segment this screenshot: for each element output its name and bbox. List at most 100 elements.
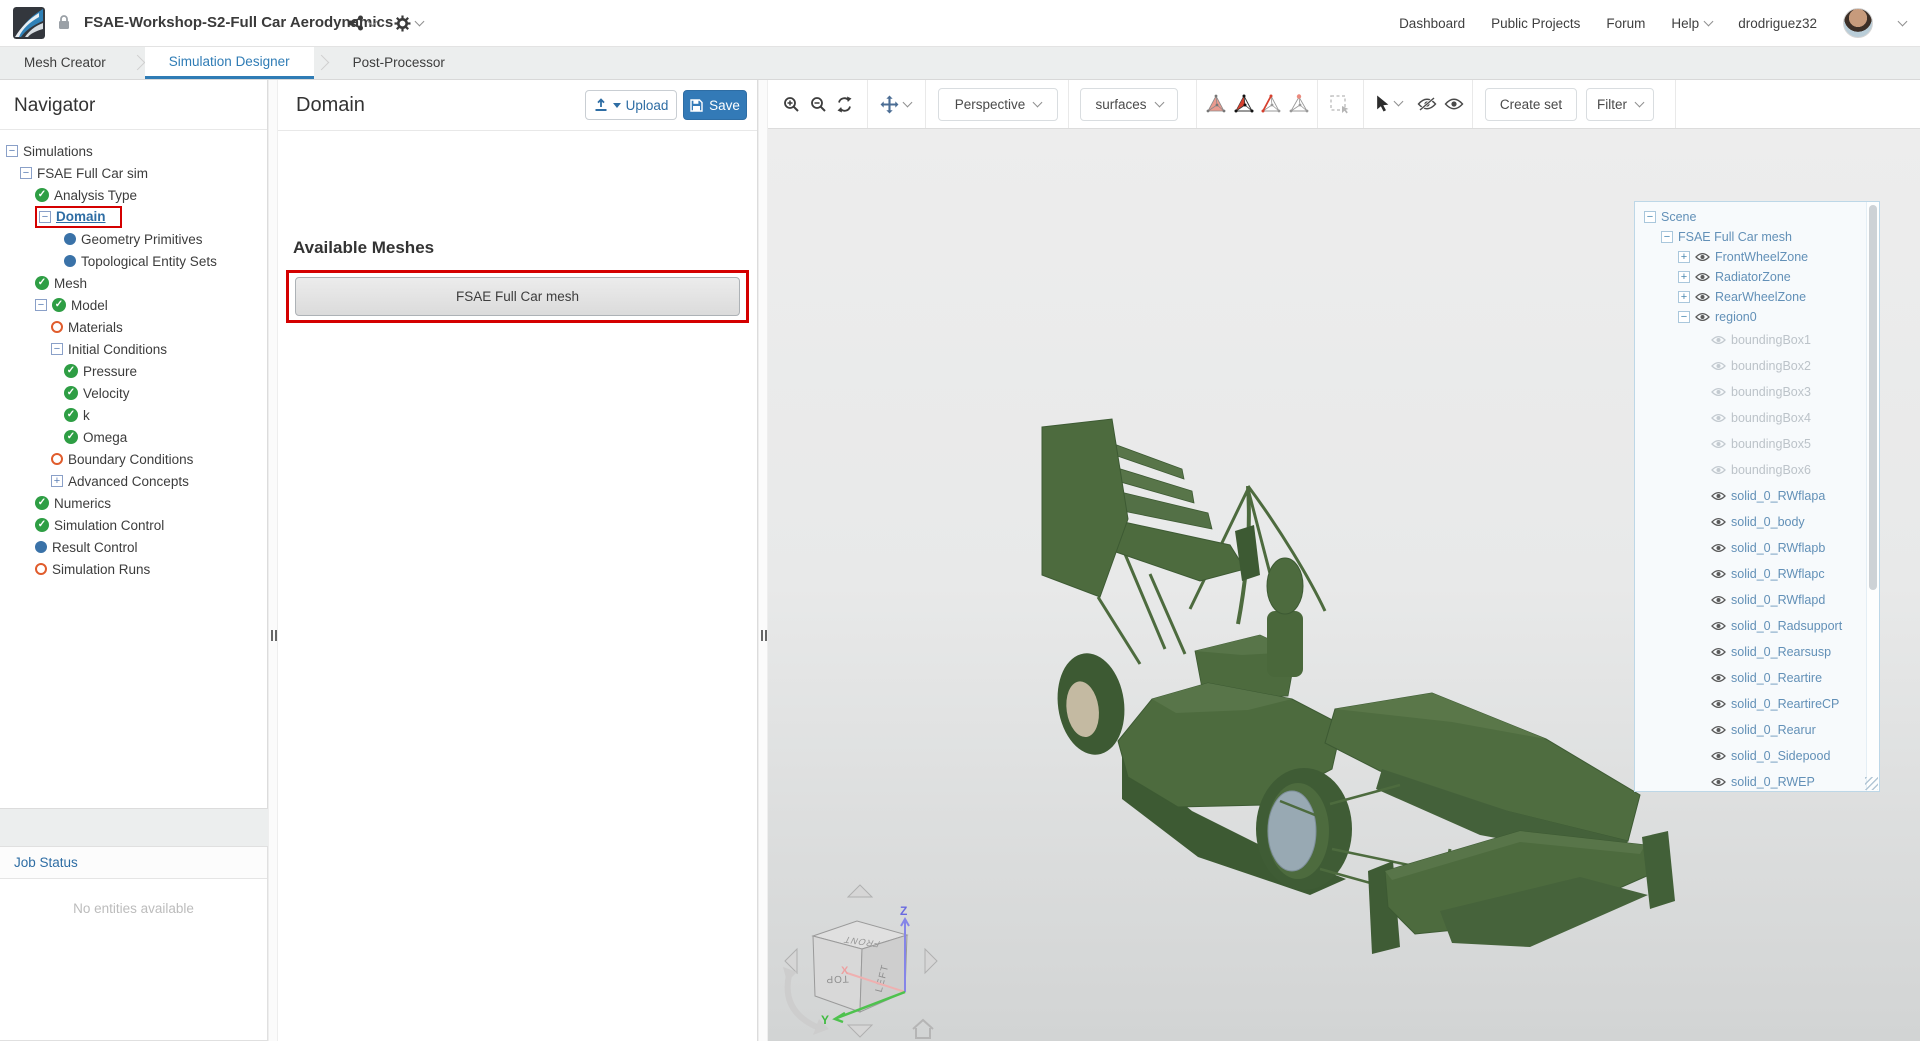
navigator-item-analysis-type[interactable]: ✓ Analysis Type: [0, 184, 267, 206]
visibility-eye-icon[interactable]: [1711, 491, 1726, 501]
navigator-item-geometry-primitives[interactable]: Geometry Primitives: [0, 228, 267, 250]
collapse-icon[interactable]: −: [1661, 231, 1673, 243]
expand-icon[interactable]: +: [1678, 251, 1690, 263]
visibility-eye-icon[interactable]: [1711, 361, 1726, 371]
cube-arrow-right[interactable]: [924, 947, 938, 975]
mesh-item-fsae-full-car[interactable]: FSAE Full Car mesh: [295, 277, 740, 316]
visibility-eye-icon[interactable]: [1711, 725, 1726, 735]
visibility-eye-icon[interactable]: [1711, 465, 1726, 475]
scene-item-solid-0-sidepood[interactable]: solid_0_Sidepood: [1635, 743, 1879, 769]
visibility-eye-icon[interactable]: [1695, 272, 1710, 282]
visibility-eye-icon[interactable]: [1711, 777, 1726, 787]
filter-dropdown[interactable]: Filter: [1586, 88, 1654, 121]
visibility-eye-icon[interactable]: [1711, 621, 1726, 631]
scene-item-radiatorzone[interactable]: + RadiatorZone: [1635, 267, 1879, 287]
scene-item-fsae-full-car-mesh[interactable]: − FSAE Full Car mesh: [1635, 227, 1879, 247]
scene-scrollbar[interactable]: [1866, 202, 1879, 791]
navigator-item-topological-entity-sets[interactable]: Topological Entity Sets: [0, 250, 267, 272]
navigator-item-simulations[interactable]: − Simulations: [0, 140, 267, 162]
navigator-item-boundary-conditions[interactable]: Boundary Conditions: [0, 448, 267, 470]
scene-item-solid-0-rwflapb[interactable]: solid_0_RWflapb: [1635, 535, 1879, 561]
navigator-item-simulation-control[interactable]: ✓ Simulation Control: [0, 514, 267, 536]
nav-cube[interactable]: FRONT TOP LEFT X Z Y: [775, 877, 945, 1041]
scene-item-solid-0-rwflapc[interactable]: solid_0_RWflapc: [1635, 561, 1879, 587]
nav-dashboard[interactable]: Dashboard: [1399, 16, 1465, 31]
visibility-eye-icon[interactable]: [1711, 569, 1726, 579]
navigator-item-omega[interactable]: ✓ Omega: [0, 426, 267, 448]
collapse-icon[interactable]: −: [35, 299, 47, 311]
tab-post-processor[interactable]: Post-Processor: [329, 47, 469, 79]
panel-resize-gutter-right[interactable]: [758, 80, 768, 1041]
home-view-icon[interactable]: [912, 1018, 934, 1039]
visibility-eye-icon[interactable]: [1695, 292, 1710, 302]
navigator-item-numerics[interactable]: ✓ Numerics: [0, 492, 267, 514]
scene-panel-resize-grip[interactable]: [1865, 777, 1878, 790]
visibility-eye-icon[interactable]: [1695, 252, 1710, 262]
tab-simulation-designer[interactable]: Simulation Designer: [144, 47, 314, 79]
resize-grip[interactable]: [761, 630, 767, 641]
navigator-item-fsae-full-car-sim[interactable]: − FSAE Full Car sim: [0, 162, 267, 184]
show-all-tool[interactable]: [1444, 97, 1464, 116]
collapse-icon[interactable]: −: [1678, 311, 1690, 323]
scene-item-solid-0-rwflapd[interactable]: solid_0_RWflapd: [1635, 587, 1879, 613]
navigator-item-initial-conditions[interactable]: − Initial Conditions: [0, 338, 267, 360]
scene-item-frontwheelzone[interactable]: + FrontWheelZone: [1635, 247, 1879, 267]
render-canvas[interactable]: FRONT TOP LEFT X Z Y − Scene − FSAE Full Ca: [768, 129, 1920, 1041]
pointer-select-tool[interactable]: [1376, 95, 1404, 112]
navigator-item-result-control[interactable]: Result Control: [0, 536, 267, 558]
upload-button[interactable]: Upload: [585, 90, 677, 120]
resize-grip[interactable]: [271, 630, 277, 641]
create-set-button[interactable]: Create set: [1485, 88, 1577, 121]
navigator-item-advanced-concepts[interactable]: + Advanced Concepts: [0, 470, 267, 492]
visibility-eye-icon[interactable]: [1711, 699, 1726, 709]
visibility-eye-icon[interactable]: [1711, 595, 1726, 605]
scene-item-boundingbox4[interactable]: boundingBox4: [1635, 405, 1879, 431]
visibility-eye-icon[interactable]: [1711, 673, 1726, 683]
hide-selected-tool[interactable]: [1417, 97, 1437, 116]
scene-item-solid-0-rwflapa[interactable]: solid_0_RWflapa: [1635, 483, 1879, 509]
collapse-icon[interactable]: −: [20, 167, 32, 179]
zoom-out-button[interactable]: [810, 96, 827, 118]
visibility-eye-icon[interactable]: [1711, 517, 1726, 527]
projection-dropdown[interactable]: Perspective: [938, 88, 1058, 121]
select-edge-tool[interactable]: [1260, 94, 1282, 119]
panel-resize-gutter-left[interactable]: [268, 80, 278, 1041]
settings-button[interactable]: [394, 15, 425, 32]
scene-item-solid-0-rearsusp[interactable]: solid_0_Rearsusp: [1635, 639, 1879, 665]
share-button[interactable]: [348, 15, 378, 31]
visibility-eye-icon[interactable]: [1695, 312, 1710, 322]
collapse-icon[interactable]: −: [39, 210, 51, 223]
navigator-item-materials[interactable]: Materials: [0, 316, 267, 338]
navigator-item-model[interactable]: − ✓ Model: [0, 294, 267, 316]
box-select-tool[interactable]: [1330, 95, 1349, 119]
visibility-eye-icon[interactable]: [1711, 647, 1726, 657]
cube-arrow-down[interactable]: [846, 1024, 874, 1038]
visibility-eye-icon[interactable]: [1711, 335, 1726, 345]
scene-item-solid-0-rearur[interactable]: solid_0_Rearur: [1635, 717, 1879, 743]
select-volume-tool[interactable]: [1205, 94, 1227, 119]
username-label[interactable]: drodriguez32: [1738, 16, 1817, 31]
scene-item-scene[interactable]: − Scene: [1635, 207, 1879, 227]
select-vertex-tool[interactable]: [1288, 94, 1310, 119]
expand-icon[interactable]: +: [51, 475, 63, 487]
select-face-tool[interactable]: [1233, 94, 1255, 119]
expand-icon[interactable]: +: [1678, 291, 1690, 303]
visibility-eye-icon[interactable]: [1711, 751, 1726, 761]
tab-mesh-creator[interactable]: Mesh Creator: [0, 47, 130, 79]
collapse-icon[interactable]: −: [51, 343, 63, 355]
collapse-icon[interactable]: −: [6, 145, 18, 157]
visibility-eye-icon[interactable]: [1711, 439, 1726, 449]
scene-item-rearwheelzone[interactable]: + RearWheelZone: [1635, 287, 1879, 307]
zoom-in-button[interactable]: [783, 96, 800, 118]
scene-item-solid-0-body[interactable]: solid_0_body: [1635, 509, 1879, 535]
scene-item-region0[interactable]: − region0: [1635, 307, 1879, 327]
app-logo-icon[interactable]: [13, 7, 45, 39]
nav-public-projects[interactable]: Public Projects: [1491, 16, 1580, 31]
scene-item-solid-0-reartire[interactable]: solid_0_Reartire: [1635, 665, 1879, 691]
navigator-item-k[interactable]: ✓ k: [0, 404, 267, 426]
scene-scrollbar-thumb[interactable]: [1869, 205, 1877, 590]
cube-arrow-up[interactable]: [846, 884, 874, 898]
scene-item-solid-0-reartirecp[interactable]: solid_0_ReartireCP: [1635, 691, 1879, 717]
scene-item-boundingbox5[interactable]: boundingBox5: [1635, 431, 1879, 457]
scene-item-boundingbox3[interactable]: boundingBox3: [1635, 379, 1879, 405]
